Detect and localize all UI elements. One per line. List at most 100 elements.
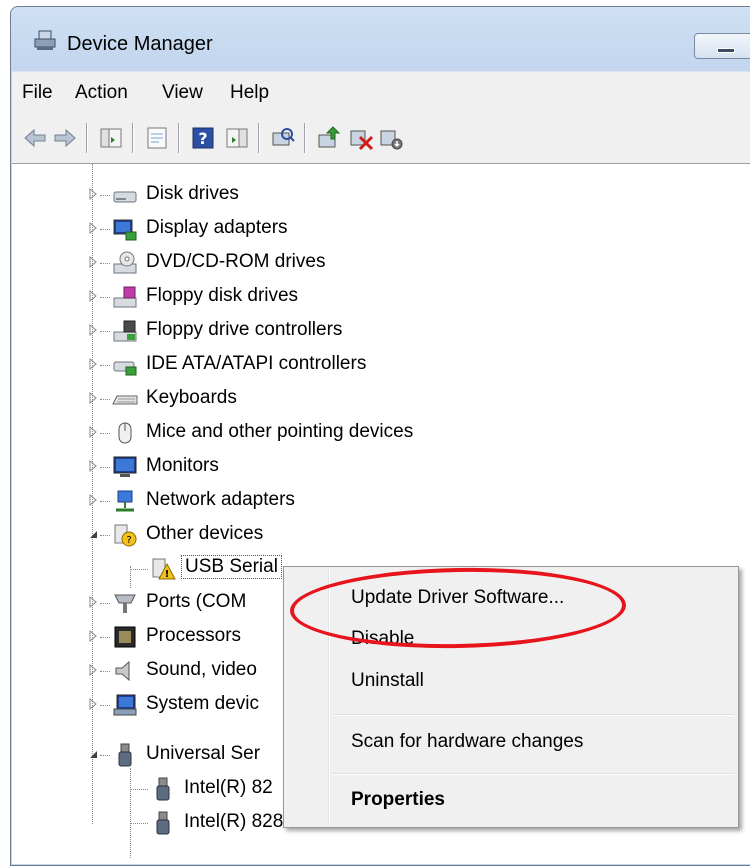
- update-driver-icon[interactable]: [316, 125, 342, 151]
- tree-dots: [100, 263, 110, 264]
- tree-item-dvd-drives[interactable]: DVD/CD-ROM drives: [88, 246, 488, 280]
- expand-arrow-icon[interactable]: [88, 392, 98, 404]
- tree-item-label: DVD/CD-ROM drives: [146, 251, 326, 272]
- help-icon[interactable]: ?: [190, 125, 216, 151]
- expand-arrow-icon[interactable]: [88, 494, 98, 506]
- disk-drive-icon: [113, 191, 137, 203]
- disable-icon[interactable]: [378, 125, 404, 151]
- tree-item-sound[interactable]: Sound, video: [88, 654, 308, 688]
- toolbar-separator: [86, 123, 87, 153]
- expand-arrow-icon[interactable]: [88, 426, 98, 438]
- tree-dots: [130, 823, 148, 824]
- tree-item-label: Mice and other pointing devices: [146, 421, 414, 442]
- tree-item-label: Monitors: [146, 455, 219, 476]
- tree-item-label: Universal Ser: [146, 743, 261, 764]
- toolbar: ?: [12, 115, 750, 164]
- scan-hardware-icon[interactable]: [270, 125, 296, 151]
- menu-file[interactable]: File: [22, 82, 53, 104]
- toolbar-separator: [304, 123, 305, 153]
- title-bar[interactable]: Device Manager: [11, 7, 750, 71]
- scan-hardware-menu-item[interactable]: Scan for hardware changes: [351, 731, 583, 753]
- tree-dots: [100, 501, 110, 502]
- menu-help[interactable]: Help: [230, 82, 269, 104]
- tree-dots: [100, 603, 110, 604]
- tree-dots: [100, 399, 110, 400]
- dvd-drive-icon: [113, 251, 137, 274]
- tree-dots: [100, 297, 110, 298]
- usb-controller-icon: [156, 811, 170, 835]
- expand-arrow-icon[interactable]: [88, 664, 98, 676]
- show-hide-console-tree-icon[interactable]: [98, 125, 124, 151]
- tree-item-other-devices[interactable]: ? Other devices: [88, 518, 488, 552]
- tree-dots: [100, 331, 110, 332]
- toolbar-separator: [178, 123, 179, 153]
- properties-icon[interactable]: [144, 125, 170, 151]
- back-icon[interactable]: [22, 125, 48, 151]
- forward-icon[interactable]: [52, 125, 78, 151]
- tree-item-label: Floppy disk drives: [146, 285, 299, 306]
- tree-dots: [100, 671, 110, 672]
- tree-item-label: System devic: [146, 693, 259, 714]
- tree-item-label: Ports (COM: [146, 591, 247, 612]
- tree-dots: [100, 229, 110, 230]
- display-adapter-icon: [113, 219, 137, 241]
- tree-item-mice[interactable]: Mice and other pointing devices: [88, 416, 488, 450]
- menu-action[interactable]: Action: [75, 82, 128, 104]
- tree-item-disk-drives[interactable]: Disk drives: [88, 178, 488, 212]
- svg-text:!: !: [165, 569, 170, 580]
- properties-menu-item[interactable]: Properties: [351, 789, 445, 811]
- window-title: Device Manager: [67, 33, 213, 55]
- tree-item-floppy-drive-controllers[interactable]: Floppy drive controllers: [88, 314, 488, 348]
- expand-arrow-icon[interactable]: [88, 256, 98, 268]
- tree-item-system-devices[interactable]: System devic: [88, 688, 308, 722]
- collapse-arrow-icon[interactable]: [88, 748, 98, 760]
- expand-arrow-icon[interactable]: [88, 460, 98, 472]
- tree-item-keyboards[interactable]: Keyboards: [88, 382, 488, 416]
- menu-view[interactable]: View: [162, 82, 203, 104]
- tree-dots: [100, 467, 110, 468]
- tree-item-ports[interactable]: Ports (COM: [88, 586, 308, 620]
- tree-dots: [100, 755, 110, 756]
- tree-item-label: Floppy drive controllers: [146, 319, 343, 340]
- tree-dots: [100, 637, 110, 638]
- tree-item-floppy-disk-drives[interactable]: Floppy disk drives: [88, 280, 488, 314]
- network-adapter-icon: [116, 490, 134, 512]
- expand-arrow-icon[interactable]: [88, 290, 98, 302]
- mouse-icon: [118, 422, 132, 444]
- tree-item-label: Keyboards: [146, 387, 237, 408]
- toolbar-separator: [258, 123, 259, 153]
- menu-bar: File Action View Help: [12, 71, 750, 116]
- tree-dots: [100, 705, 110, 706]
- expand-arrow-icon[interactable]: [88, 324, 98, 336]
- expand-arrow-icon[interactable]: [88, 358, 98, 370]
- menu-separator: [332, 714, 734, 716]
- unknown-device-icon: ?: [114, 524, 137, 547]
- tree-item-display-adapters[interactable]: Display adapters: [88, 212, 488, 246]
- tree-dots: [130, 789, 148, 790]
- tree-item-usb-controllers[interactable]: Universal Ser: [88, 738, 308, 772]
- expand-arrow-icon[interactable]: [88, 630, 98, 642]
- action-pane-icon[interactable]: [224, 125, 250, 151]
- floppy-controller-icon: [113, 320, 137, 342]
- expand-arrow-icon[interactable]: [88, 596, 98, 608]
- tree-item-label: Network adapters: [146, 489, 295, 510]
- collapse-arrow-icon[interactable]: [88, 528, 98, 540]
- tree-item-processors[interactable]: Processors: [88, 620, 308, 654]
- expand-arrow-icon[interactable]: [88, 222, 98, 234]
- expand-arrow-icon[interactable]: [88, 698, 98, 710]
- tree-item-ide-controllers[interactable]: IDE ATA/ATAPI controllers: [88, 348, 488, 382]
- tree-item-network-adapters[interactable]: Network adapters: [88, 484, 488, 518]
- uninstall-menu-item[interactable]: Uninstall: [351, 670, 424, 692]
- tree-dots: [100, 433, 110, 434]
- tree-item-monitors[interactable]: Monitors: [88, 450, 488, 484]
- floppy-drive-icon: [113, 286, 137, 308]
- tree-dots: [100, 365, 110, 366]
- minimize-button[interactable]: [694, 33, 750, 59]
- tree-item-label: IDE ATA/ATAPI controllers: [146, 353, 367, 374]
- expand-arrow-icon[interactable]: [88, 188, 98, 200]
- uninstall-icon[interactable]: [348, 125, 374, 151]
- device-manager-icon: [34, 30, 56, 50]
- svg-text:?: ?: [126, 535, 131, 546]
- usb-controller-icon: [156, 777, 170, 801]
- system-device-icon: [113, 694, 137, 716]
